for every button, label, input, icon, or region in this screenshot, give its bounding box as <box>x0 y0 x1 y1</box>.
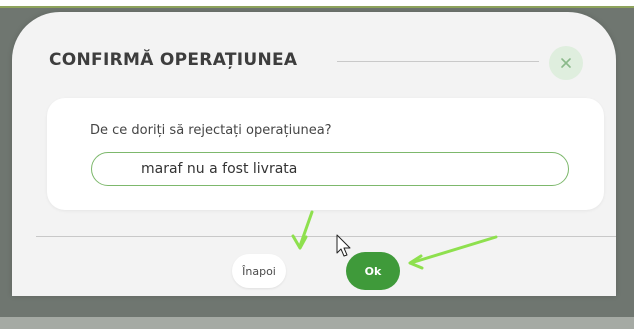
ok-button[interactable]: Ok <box>346 252 400 290</box>
reason-question-label: De ce doriți să rejectați operațiunea? <box>90 123 332 138</box>
reason-card: De ce doriți să rejectați operațiunea? <box>47 98 604 210</box>
back-button[interactable]: Înapoi <box>232 254 286 288</box>
title-divider <box>337 61 539 62</box>
backdrop-bottom-strip <box>0 317 634 329</box>
dialog-title: CONFIRMĂ OPERAȚIUNEA <box>49 50 298 70</box>
confirm-operation-dialog: CONFIRMĂ OPERAȚIUNEA De ce doriți să rej… <box>12 12 616 296</box>
close-button[interactable] <box>549 46 583 80</box>
close-icon <box>561 58 571 68</box>
footer-divider <box>36 236 616 237</box>
reason-input[interactable] <box>91 152 569 186</box>
